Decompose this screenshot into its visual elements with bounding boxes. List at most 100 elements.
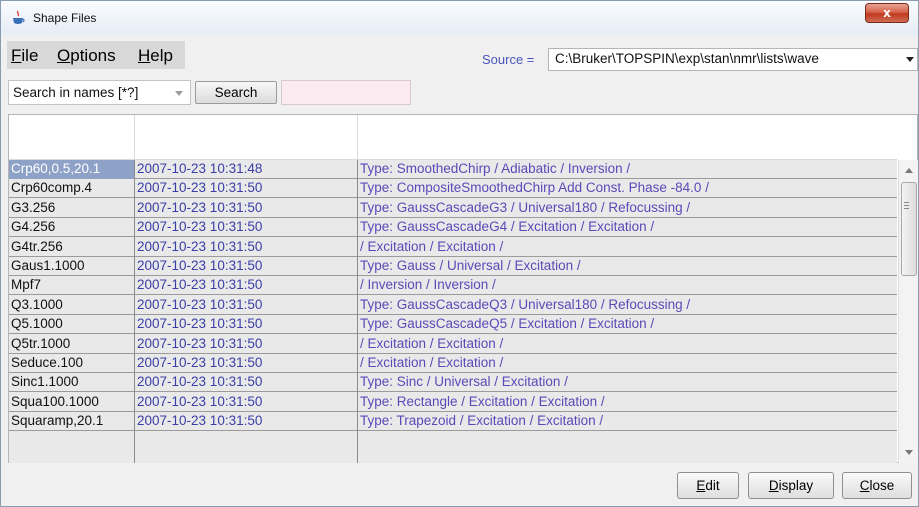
- description-cell: Type: Sinc / Universal / Excitation /: [360, 374, 568, 389]
- table-row[interactable]: G4.256 2007-10-23 10:31:50 Type: GaussCasc…: [9, 218, 897, 237]
- file-name-cell: Seduce.100: [11, 355, 84, 370]
- description-cell: Type: GaussCascadeQ5 / Excitation / Exci…: [360, 316, 655, 331]
- file-name-cell: Crp60,0.5,20.1: [9, 160, 134, 179]
- date-cell: 2007-10-23 10:31:50: [137, 394, 263, 409]
- java-cup-icon: [13, 10, 25, 24]
- table-row[interactable]: Seduce.100 2007-10-23 10:31:50 / Excitatio…: [9, 354, 897, 373]
- file-name-cell: Q3.1000: [11, 297, 63, 312]
- date-cell: 2007-10-23 10:31:50: [137, 413, 263, 428]
- file-name-cell: G4.256: [11, 219, 56, 234]
- close-button[interactable]: Close: [842, 472, 912, 499]
- shape-files-table: Crp60,0.5,20.1 2007-10-23 10:31:48 Type: S…: [8, 114, 918, 463]
- description-cell: Type: Rectangle / Excitation / Excitatio…: [360, 394, 605, 409]
- table-row[interactable]: Squa100.1000 2007-10-23 10:31:50 Type: Rec…: [9, 393, 897, 412]
- menu-help-mnemonic: H: [138, 46, 151, 65]
- description-cell: Type: CompositeSmoothedChirp Add Const. …: [360, 180, 709, 195]
- date-cell: 2007-10-23 10:31:50: [137, 374, 263, 389]
- source-value: C:\Bruker\TOPSPIN\exp\stan\nmr\lists\wav…: [555, 51, 819, 66]
- table-row[interactable]: Gaus1.1000 2007-10-23 10:31:50 Type: Gauss…: [9, 257, 897, 276]
- description-cell: Type: GaussCascadeG3 / Universal180 / Re…: [360, 200, 691, 215]
- date-cell: 2007-10-23 10:31:48: [137, 161, 263, 176]
- description-cell: Type: GaussCascadeG4 / Excitation / Exci…: [360, 219, 655, 234]
- edit-button[interactable]: Edit: [677, 472, 739, 499]
- date-cell: 2007-10-23 10:31:50: [137, 239, 263, 254]
- column-separator: [357, 160, 358, 463]
- date-cell: 2007-10-23 10:31:50: [137, 200, 263, 215]
- description-cell: / Excitation / Excitation /: [360, 355, 504, 370]
- window-title: Shape Files: [33, 11, 97, 25]
- file-name-cell: G4tr.256: [11, 239, 63, 254]
- shape-files-window: Shape Files x File Options Help Source =…: [0, 0, 919, 507]
- date-cell: 2007-10-23 10:31:50: [137, 355, 263, 370]
- table-body: Crp60,0.5,20.1 2007-10-23 10:31:48 Type: S…: [9, 160, 897, 463]
- menu-options-label: ptions: [70, 46, 116, 65]
- menu-options-mnemonic: O: [57, 46, 71, 65]
- file-name-cell: Crp60comp.4: [11, 180, 93, 195]
- menu-file[interactable]: File: [11, 46, 38, 66]
- file-name-cell: Gaus1.1000: [11, 258, 85, 273]
- search-input[interactable]: [281, 80, 411, 105]
- table-row[interactable]: Q5tr.1000 2007-10-23 10:31:50 / Excitation…: [9, 335, 897, 354]
- header-divider: [134, 115, 135, 160]
- close-label: lose: [869, 478, 895, 493]
- date-cell: 2007-10-23 10:31:50: [137, 336, 263, 351]
- table-row[interactable]: Crp60,0.5,20.1 2007-10-23 10:31:48 Type: S…: [9, 160, 897, 179]
- title-bar[interactable]: Shape Files x: [1, 1, 918, 35]
- file-name-cell: Squa100.1000: [11, 394, 99, 409]
- table-row[interactable]: G3.256 2007-10-23 10:31:50 Type: GaussCasc…: [9, 199, 897, 218]
- edit-label: dit: [705, 478, 720, 493]
- source-label: Source =: [482, 52, 535, 67]
- file-name-cell: Q5tr.1000: [11, 336, 71, 351]
- description-cell: / Excitation / Excitation /: [360, 239, 504, 254]
- display-label: isplay: [778, 478, 814, 493]
- search-mode-select[interactable]: Search in names [*?]: [8, 80, 191, 105]
- chevron-down-icon: [175, 91, 183, 96]
- file-name-cell: Q5.1000: [11, 316, 63, 331]
- menu-options[interactable]: Options: [57, 46, 116, 66]
- display-button[interactable]: Display: [748, 472, 834, 499]
- column-separator: [134, 160, 135, 463]
- file-name-cell: Squaramp,20.1: [11, 413, 104, 428]
- scroll-down-icon[interactable]: [905, 450, 913, 455]
- date-cell: 2007-10-23 10:31:50: [137, 297, 263, 312]
- close-icon: x: [883, 6, 891, 20]
- scrollbar-thumb[interactable]: [901, 182, 917, 276]
- menu-bar: File Options Help: [7, 41, 185, 69]
- file-name-cell: Sinc1.1000: [11, 374, 79, 389]
- table-row[interactable]: Squaramp,20.1 2007-10-23 10:31:50 Type: Tr…: [9, 412, 897, 431]
- search-mode-value: Search in names [*?]: [13, 85, 139, 100]
- scroll-up-icon[interactable]: [905, 168, 913, 173]
- description-cell: Type: SmoothedChirp / Adiabatic / Invers…: [360, 161, 631, 176]
- table-row[interactable]: Q5.1000 2007-10-23 10:31:50 Type: GaussCas…: [9, 315, 897, 334]
- menu-help-label: elp: [150, 46, 173, 65]
- display-mnemonic: D: [768, 478, 779, 493]
- menu-file-mnemonic: F: [11, 46, 22, 65]
- date-cell: 2007-10-23 10:31:50: [137, 219, 263, 234]
- table-header: [9, 115, 897, 160]
- source-select[interactable]: C:\Bruker\TOPSPIN\exp\stan\nmr\lists\wav…: [548, 48, 918, 71]
- menu-file-label: ile: [21, 46, 39, 65]
- file-name-cell: G3.256: [11, 200, 56, 215]
- vertical-scrollbar[interactable]: [898, 160, 918, 463]
- chevron-down-icon: [906, 57, 914, 62]
- window-close-button[interactable]: x: [865, 3, 909, 23]
- description-cell: Type: GaussCascadeQ3 / Universal180 / Re…: [360, 297, 691, 312]
- date-cell: 2007-10-23 10:31:50: [137, 277, 263, 292]
- table-row[interactable]: Mpf7 2007-10-23 10:31:50 / Inversion / Inv…: [9, 276, 897, 295]
- table-row[interactable]: Q3.1000 2007-10-23 10:31:50 Type: GaussCas…: [9, 296, 897, 315]
- description-cell: Type: Trapezoid / Excitation / Excitatio…: [360, 413, 604, 428]
- header-divider: [357, 115, 358, 160]
- grip-icon: [904, 202, 909, 203]
- description-cell: Type: Gauss / Universal / Excitation /: [360, 258, 581, 273]
- date-cell: 2007-10-23 10:31:50: [137, 180, 263, 195]
- date-cell: 2007-10-23 10:31:50: [137, 316, 263, 331]
- table-row[interactable]: Crp60comp.4 2007-10-23 10:31:50 Type: Comp…: [9, 179, 897, 198]
- table-row[interactable]: G4tr.256 2007-10-23 10:31:50 / Excitation …: [9, 238, 897, 257]
- description-cell: / Excitation / Excitation /: [360, 336, 504, 351]
- menu-help[interactable]: Help: [138, 46, 173, 66]
- description-cell: / Inversion / Inversion /: [360, 277, 496, 292]
- search-button[interactable]: Search: [195, 81, 277, 104]
- table-row[interactable]: Sinc1.1000 2007-10-23 10:31:50 Type: Sinc …: [9, 373, 897, 392]
- date-cell: 2007-10-23 10:31:50: [137, 258, 263, 273]
- file-name-cell: Mpf7: [11, 277, 42, 292]
